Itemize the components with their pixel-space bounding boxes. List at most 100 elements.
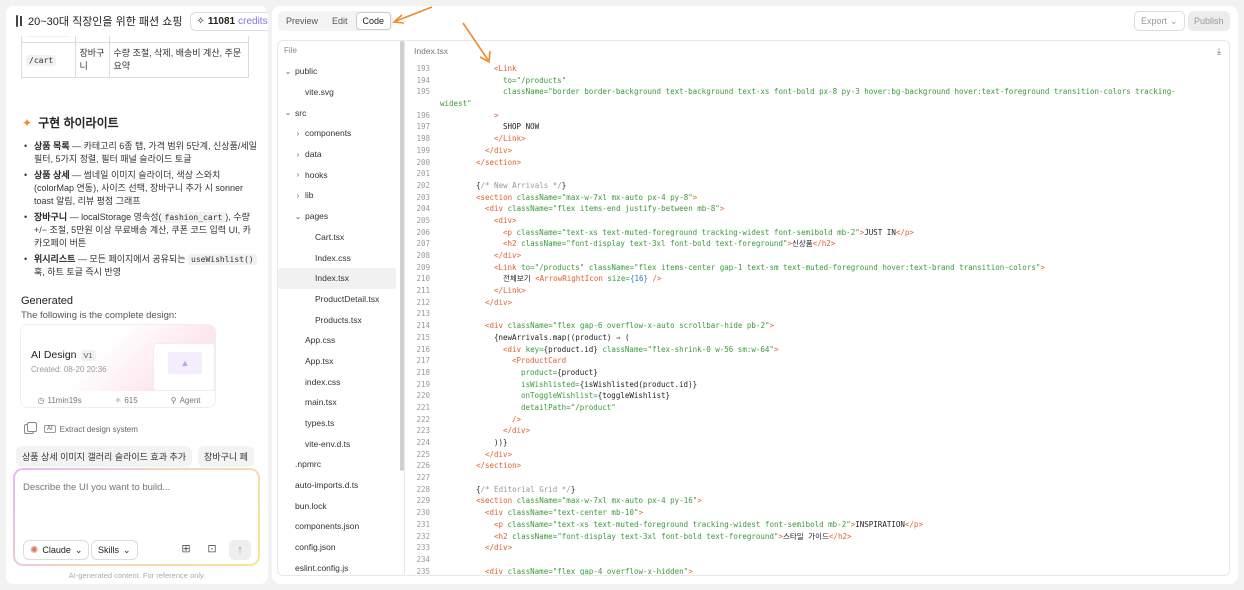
suggestion-chip[interactable]: 장바구니 페 [198, 446, 254, 467]
code-token: > [494, 110, 499, 120]
count-text: 615 [124, 395, 138, 405]
code-token: <ArrowRightIcon [535, 274, 608, 284]
model-selector[interactable]: ✺ Claude ⌄ [23, 540, 90, 560]
file-scrollbar[interactable] [400, 41, 404, 471]
workspace-panel: Preview Edit Code Export ⌄ Publish File … [272, 6, 1238, 584]
file-item[interactable]: vite.svg [278, 82, 404, 103]
folder-item[interactable]: › data [278, 144, 404, 165]
file-item[interactable]: Products.tsx [278, 309, 404, 330]
file-item[interactable]: App.css [278, 330, 404, 351]
tab-edit[interactable]: Edit [326, 13, 354, 29]
line-number: 205 [416, 215, 430, 225]
send-button[interactable]: ↑ [229, 540, 251, 560]
file-item[interactable]: Index.tsx [278, 267, 396, 289]
code-token: } [561, 180, 567, 190]
arrow-up-icon: ↑ [237, 544, 243, 556]
code-text: 전체보기 <ArrowRightIcon size={16} /> [440, 273, 662, 285]
prompt-input[interactable] [23, 482, 243, 493]
code-text: <section className="max-w-7xl mx-auto px… [440, 495, 702, 507]
folder-item[interactable]: › lib [278, 185, 404, 206]
agent-text: Agent [179, 395, 201, 405]
chevron-right-icon: › [296, 128, 300, 138]
file-name: .npmrc [295, 459, 321, 470]
code-token: "/product" [570, 402, 616, 412]
file-item[interactable]: types.ts [278, 413, 404, 434]
chevron-down-icon: ⌄ [74, 544, 83, 555]
code-token: className= [588, 262, 634, 272]
line-number: 221 [416, 402, 430, 412]
highlight-text: 훅, 하트 토글 즉시 반영 [34, 267, 122, 277]
folder-item[interactable]: › hooks [278, 164, 404, 185]
file-item[interactable]: .npmrc [278, 454, 404, 475]
code-line: 194 to="/products" [406, 75, 1226, 87]
code-text: <section className="max-w-7xl mx-auto px… [440, 192, 697, 204]
code-text: detailPath="/product" [440, 402, 616, 414]
folder-item[interactable]: ⌄ public [278, 61, 404, 82]
code-text: <h2 className="font-display text-3xl fon… [440, 238, 835, 250]
code-token: </h2> [812, 239, 836, 249]
code-text: <div className="flex gap-6 overflow-x-au… [440, 320, 774, 332]
code-text: </div> [440, 250, 521, 262]
extract-design-system-button[interactable]: AI Extract design system [44, 425, 138, 434]
line-number: 200 [416, 157, 430, 167]
tab-code[interactable]: Code [355, 12, 392, 30]
skills-selector[interactable]: Skills ⌄ [91, 540, 138, 560]
file-item[interactable]: config.json [278, 537, 404, 558]
code-token: <div [485, 508, 508, 518]
chevron-right-icon: › [296, 170, 300, 180]
code-text: <Link to="/products" className="flex ite… [440, 262, 1045, 274]
publish-button[interactable]: Publish [1188, 11, 1230, 31]
clock-icon: ◷ [37, 395, 45, 405]
code-token: "flex-shrink-0 w-56 sm:w-64" [647, 344, 774, 354]
design-card[interactable]: ▲ AI Design V1 Created: 08-20 20:36 ◷ 11m… [20, 324, 216, 408]
code-text: </div> [440, 145, 512, 157]
file-item[interactable]: eslint.config.js [278, 558, 404, 576]
file-item[interactable]: App.tsx [278, 351, 404, 372]
line-number: 218 [416, 367, 430, 377]
suggestion-chip[interactable]: 상품 상세 이미지 갤러리 슬라이드 효과 추가 [16, 446, 193, 467]
code-token: <section [476, 496, 517, 506]
file-item[interactable]: auto-imports.d.ts [278, 475, 404, 496]
line-number: 212 [416, 297, 430, 307]
code-token: className= [512, 531, 558, 541]
tab-preview[interactable]: Preview [280, 13, 324, 29]
code-line: 201 [406, 168, 1226, 180]
code-line: 196 > [406, 110, 1226, 122]
line-number: 201 [416, 169, 430, 179]
copy-icon[interactable] [24, 422, 37, 434]
export-label: Export [1141, 16, 1168, 26]
code-token: </div> [503, 426, 531, 436]
file-name: vite.svg [305, 87, 334, 98]
code-line: 229 <section className="max-w-7xl mx-auto… [406, 495, 1226, 507]
attach-file-icon[interactable]: ⊡ [205, 542, 219, 556]
file-item[interactable]: vite-env.d.ts [278, 433, 404, 454]
line-number: 226 [416, 461, 430, 471]
export-button[interactable]: Export ⌄ [1134, 11, 1185, 31]
file-item[interactable]: Cart.tsx [278, 227, 404, 248]
folder-item[interactable]: ⌄ pages [278, 206, 404, 227]
sidebar-toggle-icon[interactable] [16, 15, 22, 27]
credits-badge[interactable]: ✧ 11081 credits [190, 11, 268, 31]
file-item[interactable]: components.json [278, 516, 404, 537]
code-token: {product.id} [543, 344, 603, 354]
image-upload-icon[interactable]: ⊞ [179, 542, 193, 556]
line-number: 203 [416, 192, 430, 202]
folder-item[interactable]: ⌄ src [278, 102, 404, 123]
line-number: 234 [416, 554, 430, 564]
code-line: 200 </section> [406, 157, 1226, 169]
code-text: </Link> [440, 285, 526, 297]
line-number: 231 [416, 519, 430, 529]
file-item[interactable]: main.tsx [278, 392, 404, 413]
file-item[interactable]: index.css [278, 371, 404, 392]
download-icon[interactable]: ⤓ [1217, 46, 1221, 57]
folder-item[interactable]: › components [278, 123, 404, 144]
highlight-bold: 상품 상세 [34, 170, 70, 180]
file-item[interactable]: Index.css [278, 247, 404, 268]
project-title: 20~30대 직장인을 위한 패션 쇼핑 [28, 16, 183, 28]
file-item[interactable]: ProductDetail.tsx [278, 289, 404, 310]
code-token: to= [503, 75, 517, 85]
chevron-down-icon: ⌄ [123, 544, 131, 555]
code-token: "text-xs text-muted-foreground tracking-… [561, 227, 860, 237]
code-token: <Link [494, 64, 517, 73]
file-item[interactable]: bun.lock [278, 495, 404, 516]
